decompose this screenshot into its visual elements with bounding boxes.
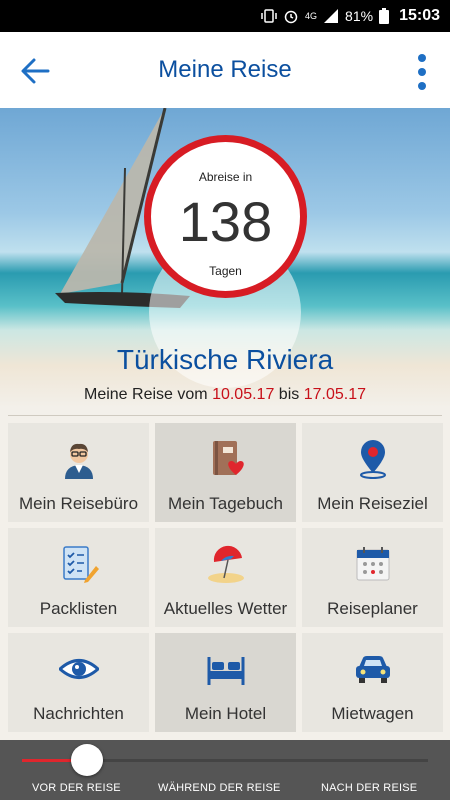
countdown-label-top: Abreise in xyxy=(198,170,253,184)
dates-between: bis xyxy=(278,386,300,403)
bed-icon xyxy=(207,657,244,685)
end-date: 17.05.17 xyxy=(303,386,366,403)
vibrate-icon xyxy=(261,9,277,23)
tile-nachrichten[interactable]: Nachrichten xyxy=(8,633,149,732)
dates-prefix: Meine Reise vom xyxy=(84,386,208,403)
signal-icon xyxy=(324,9,339,23)
start-date: 10.05.17 xyxy=(212,386,275,403)
car-icon xyxy=(355,656,390,683)
tile-mein-reisebuero[interactable]: Mein Reisebüro xyxy=(8,423,149,522)
alarm-icon xyxy=(284,10,298,24)
travel-agent-icon xyxy=(64,443,93,479)
phase-during[interactable]: WÄHREND DER REISE xyxy=(158,782,281,794)
tile-label: Mein Reisebüro xyxy=(18,494,139,513)
phase-after[interactable]: NACH DER REISE xyxy=(321,782,417,794)
status-icons: 4G 81% 15:03 xyxy=(261,0,440,32)
status-time: 15:03 xyxy=(399,7,440,24)
page-title: Meine Reise xyxy=(158,56,292,83)
countdown-days: 138 xyxy=(178,190,273,253)
tile-label: Aktuelles Wetter xyxy=(163,599,288,618)
network-type: 4G xyxy=(305,11,318,21)
diary-icon xyxy=(212,441,244,475)
tile-aktuelles-wetter[interactable]: Aktuelles Wetter xyxy=(155,528,296,627)
map-pin-icon xyxy=(359,440,386,479)
tile-mein-reiseziel[interactable]: Mein Reiseziel xyxy=(302,423,443,522)
battery-percent: 81% xyxy=(345,8,374,24)
feature-grid: Mein Reisebüro Mein Tagebuch Mein Reisez… xyxy=(8,423,443,732)
eye-icon xyxy=(58,659,99,679)
tile-mietwagen[interactable]: Mietwagen xyxy=(302,633,443,732)
tile-reiseplaner[interactable]: Reiseplaner xyxy=(302,528,443,627)
beach-umbrella-icon xyxy=(207,545,244,583)
tile-label: Nachrichten xyxy=(33,704,124,723)
overflow-menu-icon[interactable] xyxy=(416,52,428,92)
tile-label: Mietwagen xyxy=(331,704,414,723)
tile-label: Mein Tagebuch xyxy=(168,494,283,513)
status-bar: 4G 81% 15:03 xyxy=(0,0,450,32)
tile-label: Mein Reiseziel xyxy=(317,494,428,513)
trip-phase-bar: VOR DER REISE WÄHREND DER REISE NACH DER… xyxy=(0,740,450,800)
divider xyxy=(8,415,442,416)
battery-icon xyxy=(379,8,390,24)
tile-label: Reiseplaner xyxy=(327,599,418,618)
calendar-icon xyxy=(356,547,389,581)
checklist-icon xyxy=(62,546,99,583)
trip-dates: Meine Reise vom 10.05.17 bis 17.05.17 xyxy=(0,386,450,404)
tile-mein-tagebuch[interactable]: Mein Tagebuch xyxy=(155,423,296,522)
tile-label: Packlisten xyxy=(39,599,118,618)
tile-mein-hotel[interactable]: Mein Hotel xyxy=(155,633,296,732)
tile-label: Mein Hotel xyxy=(184,704,267,723)
app-bar: Meine Reise xyxy=(0,32,450,108)
countdown-circle: Abreise in 138 Tagen xyxy=(144,135,307,298)
destination-title: Türkische Riviera xyxy=(116,344,334,375)
tile-packlisten[interactable]: Packlisten xyxy=(8,528,149,627)
countdown-label-bottom: Tagen xyxy=(209,264,242,278)
phase-slider-knob[interactable] xyxy=(70,744,103,776)
phase-before[interactable]: VOR DER REISE xyxy=(32,782,121,794)
